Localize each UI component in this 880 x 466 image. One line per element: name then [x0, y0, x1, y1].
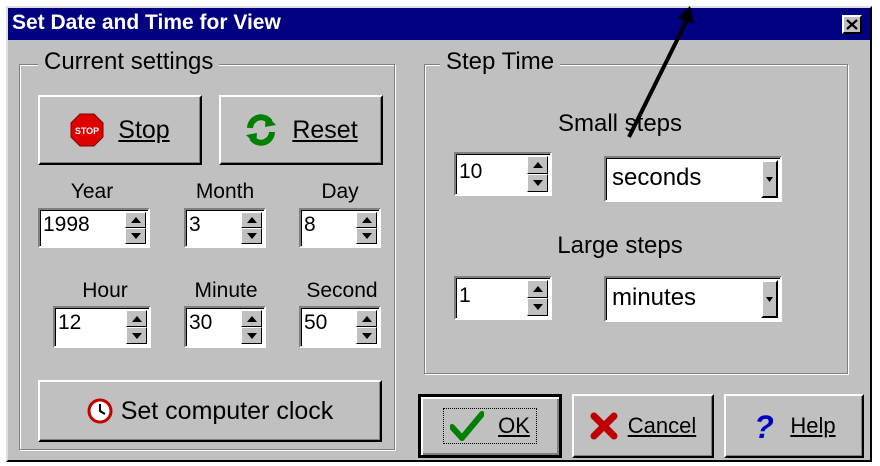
- annotation-arrow: [627, 6, 694, 138]
